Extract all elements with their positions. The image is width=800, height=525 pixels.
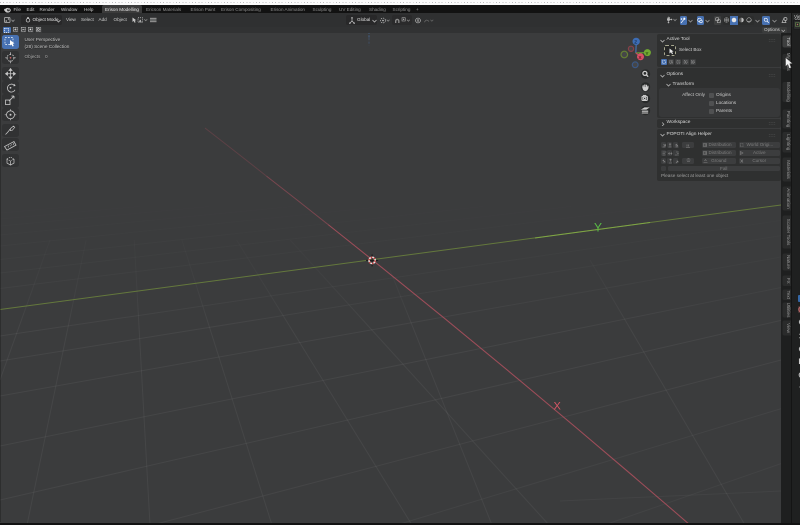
svg-text:X: X [554, 401, 562, 413]
svg-text:Y: Y [594, 221, 602, 235]
svg-text:Z: Z [634, 40, 637, 46]
